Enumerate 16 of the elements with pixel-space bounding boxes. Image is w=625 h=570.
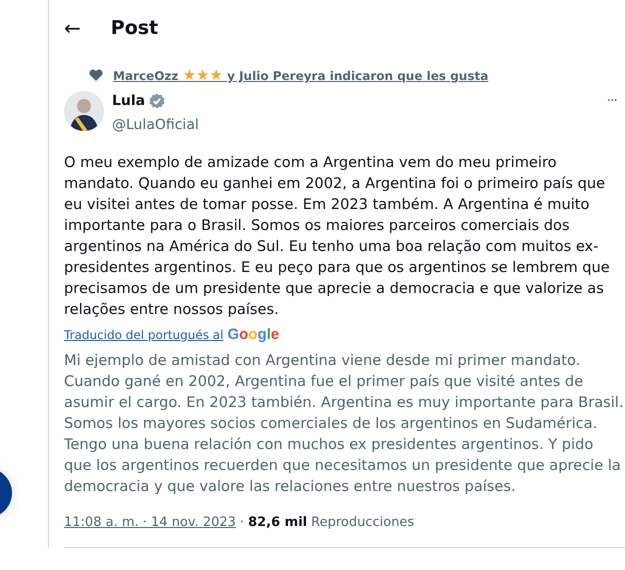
author-handle[interactable]: @LulaOficial [112, 116, 199, 132]
translated-text: Mi ejemplo de amistad con Argentina viene desde mi primer mandato. Cuando gané en 2002, Argentina fue el primer país que visité antes de asumir el cargo. En 2023 también. Argentina es muy importante para Brasil. Somos los mayores socios comerciales de los argentinos en Sudamérica. Tengo una buena relación con muchos ex presidentes argentinos. Y pido que los argentinos recuerden que necesitamos un presidente que aprecie la democracia y que valore las relaciones entre nuestros países. [64, 351, 624, 497]
more-button[interactable]: ··· [606, 90, 617, 112]
author-name[interactable]: Lula [112, 90, 146, 112]
view-count: 82,6 mil [248, 514, 308, 532]
heart-icon [89, 69, 103, 82]
timestamp-link[interactable]: 11:08 a. m. · 14 nov. 2023 [64, 513, 236, 532]
avatar[interactable] [64, 90, 104, 130]
views-label: Reproducciones [311, 514, 414, 532]
back-button[interactable]: ← [64, 13, 81, 43]
separator-dot: · [240, 514, 244, 532]
translation-link[interactable]: Traducido del portugués al [64, 326, 224, 344]
post-text: O meu exemplo de amizade com a Argentina vem do meu primeiro mandato. Quando eu ganhei em 2002, a Argentina foi o primeiro país que eu visitei antes de tomar posse. Em 2023 também. A Argentina é muito importante para o Brasil. Somos os maiores parceiros comerciais dos argentinos na América do Sul. Eu tenho uma boa relação com muitos ex-presidentes argentinos. E eu peço para que os argentinos se lembrem que precisamos de um presidente que aprecie a democracia e que valorize as relações entre nossos países. [64, 152, 611, 320]
page-title: Post [110, 16, 158, 40]
google-logo: Google [228, 324, 280, 344]
likes-link[interactable]: MarceOzz ★★★ y Julio Pereyra indicaron que les gusta [113, 64, 488, 86]
